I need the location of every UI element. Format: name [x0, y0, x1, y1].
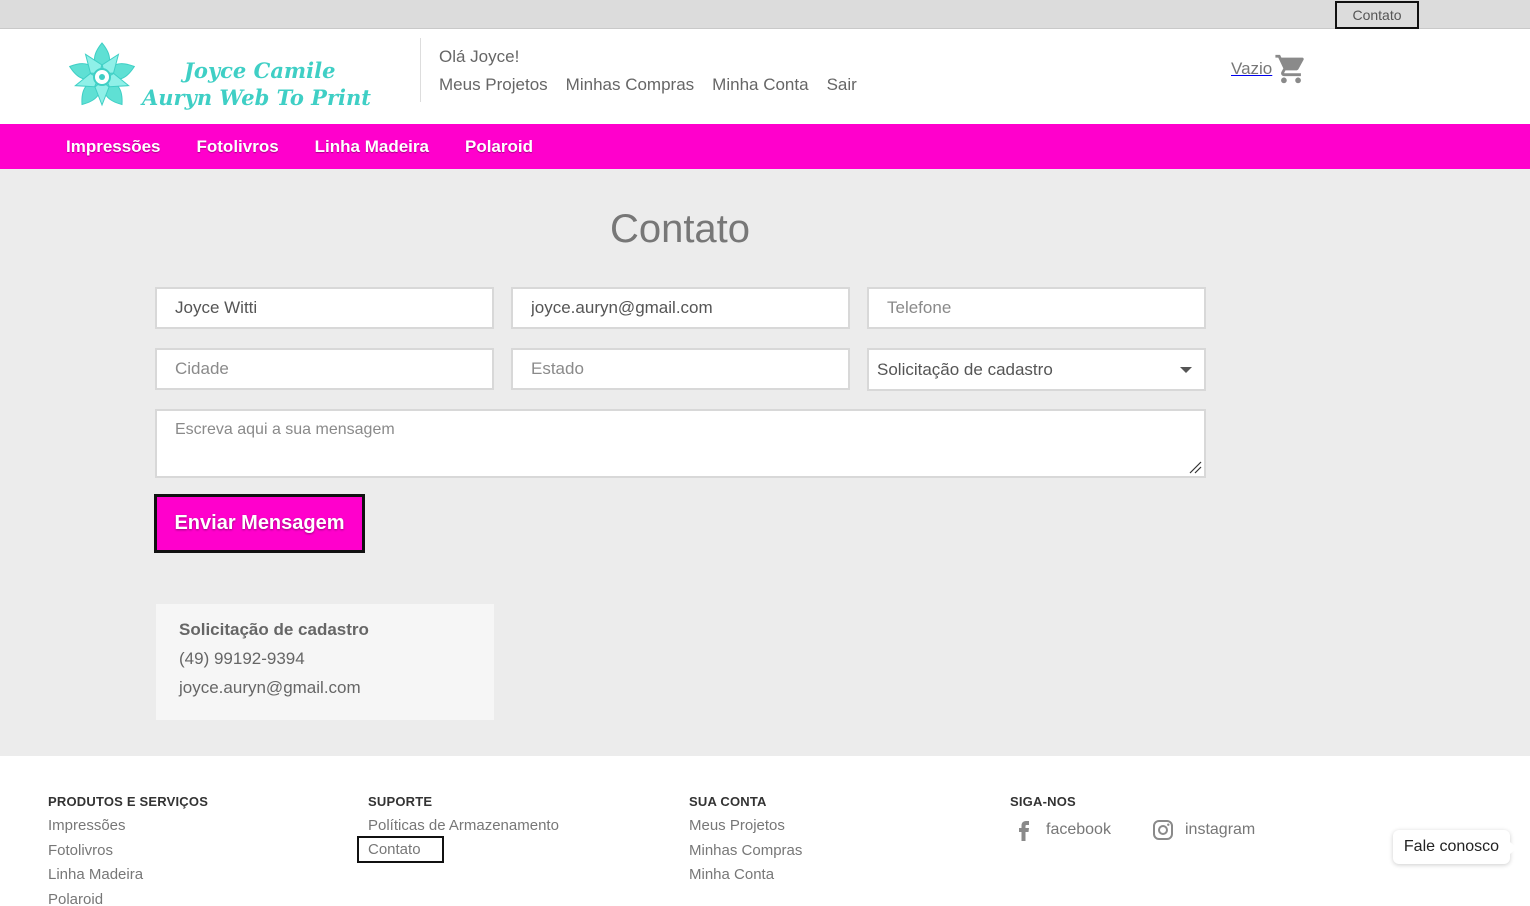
- facebook-icon: [1019, 821, 1029, 841]
- footer-link-impressoes[interactable]: Impressões: [48, 814, 208, 839]
- state-input[interactable]: [511, 348, 850, 390]
- facebook-label: facebook: [1046, 821, 1111, 838]
- info-box-title: Solicitação de cadastro: [179, 620, 369, 639]
- footer-support-heading: SUPORTE: [368, 794, 433, 809]
- instagram-label: instagram: [1185, 821, 1256, 838]
- nav-polaroid[interactable]: Polaroid: [465, 137, 533, 157]
- header-divider: [420, 38, 421, 102]
- user-nav-minha-conta[interactable]: Minha Conta: [712, 75, 808, 95]
- logo-text-line1: Joyce Camile: [184, 58, 336, 83]
- footer-link-linha-madeira[interactable]: Linha Madeira: [48, 863, 208, 888]
- user-nav-meus-projetos[interactable]: Meus Projetos: [439, 75, 548, 95]
- instagram-link[interactable]: instagram: [1151, 818, 1255, 842]
- user-nav-sair[interactable]: Sair: [827, 75, 857, 95]
- email-input[interactable]: [511, 287, 850, 329]
- cart-status-label: Vazio: [1231, 59, 1273, 78]
- contact-page-content: Contato Solicitação de cadastro Enviar M…: [0, 169, 1530, 756]
- footer-support-column: SUPORTE Políticas de Armazenamento: [368, 794, 559, 839]
- subject-select-value: Solicitação de cadastro: [877, 359, 1053, 379]
- contact-info-box: Solicitação de cadastro (49) 99192-9394 …: [156, 604, 494, 720]
- chat-widget-button[interactable]: Fale conosco: [1393, 830, 1517, 864]
- instagram-icon: [1153, 820, 1173, 840]
- message-textarea[interactable]: [155, 409, 1206, 478]
- main-category-nav: Impressões Fotolivros Linha Madeira Pola…: [0, 124, 1530, 169]
- footer-products-heading: PRODUTOS E SERVIÇOS: [48, 794, 209, 809]
- footer-account-column: SUA CONTA Meus Projetos Minhas Compras M…: [689, 794, 802, 888]
- logo-flower-icon: [68, 42, 136, 107]
- city-input[interactable]: [155, 348, 494, 390]
- site-logo[interactable]: Joyce Camile Auryn Web To Print: [66, 41, 376, 113]
- page-title: Contato: [609, 207, 751, 251]
- footer-link-minha-conta[interactable]: Minha Conta: [689, 863, 802, 888]
- footer-link-polaroid[interactable]: Polaroid: [48, 888, 208, 906]
- top-utility-bar: Contato: [0, 0, 1530, 29]
- cart-button[interactable]: Vazio: [1231, 51, 1308, 87]
- info-box-phone: (49) 99192-9394: [179, 649, 305, 668]
- chevron-down-icon: [1180, 367, 1192, 373]
- top-contact-link[interactable]: Contato: [1335, 1, 1419, 29]
- resize-grip-icon[interactable]: [1188, 460, 1202, 474]
- user-account-nav: Meus Projetos Minhas Compras Minha Conta…: [439, 75, 857, 95]
- site-footer: PRODUTOS E SERVIÇOS Impressões Fotolivro…: [0, 756, 1530, 906]
- user-nav-minhas-compras[interactable]: Minhas Compras: [566, 75, 695, 95]
- footer-products-column: PRODUTOS E SERVIÇOS Impressões Fotolivro…: [48, 794, 208, 906]
- footer-link-fotolivros[interactable]: Fotolivros: [48, 839, 208, 864]
- nav-linha-madeira[interactable]: Linha Madeira: [315, 137, 429, 157]
- footer-link-meus-projetos[interactable]: Meus Projetos: [689, 814, 802, 839]
- footer-link-minhas-compras[interactable]: Minhas Compras: [689, 839, 802, 864]
- footer-account-heading: SUA CONTA: [689, 794, 767, 809]
- phone-input[interactable]: [867, 287, 1206, 329]
- name-input[interactable]: [155, 287, 494, 329]
- send-message-button[interactable]: Enviar Mensagem: [154, 494, 365, 553]
- nav-impressoes[interactable]: Impressões: [66, 137, 161, 157]
- user-greeting: Olá Joyce!: [439, 47, 520, 66]
- cart-icon: [1275, 54, 1305, 84]
- site-header: Joyce Camile Auryn Web To Print Olá Joyc…: [0, 29, 1530, 124]
- subject-select[interactable]: Solicitação de cadastro: [867, 348, 1206, 391]
- info-box-email: joyce.auryn@gmail.com: [179, 678, 361, 697]
- footer-link-politicas[interactable]: Políticas de Armazenamento: [368, 814, 559, 839]
- footer-link-contato[interactable]: Contato: [357, 836, 444, 863]
- facebook-link[interactable]: facebook: [1012, 818, 1111, 842]
- logo-text-line2: Auryn Web To Print: [142, 85, 371, 110]
- nav-fotolivros[interactable]: Fotolivros: [197, 137, 279, 157]
- footer-social-heading: SIGA-NOS: [1010, 794, 1076, 809]
- footer-social-column: SIGA-NOS: [1010, 794, 1076, 814]
